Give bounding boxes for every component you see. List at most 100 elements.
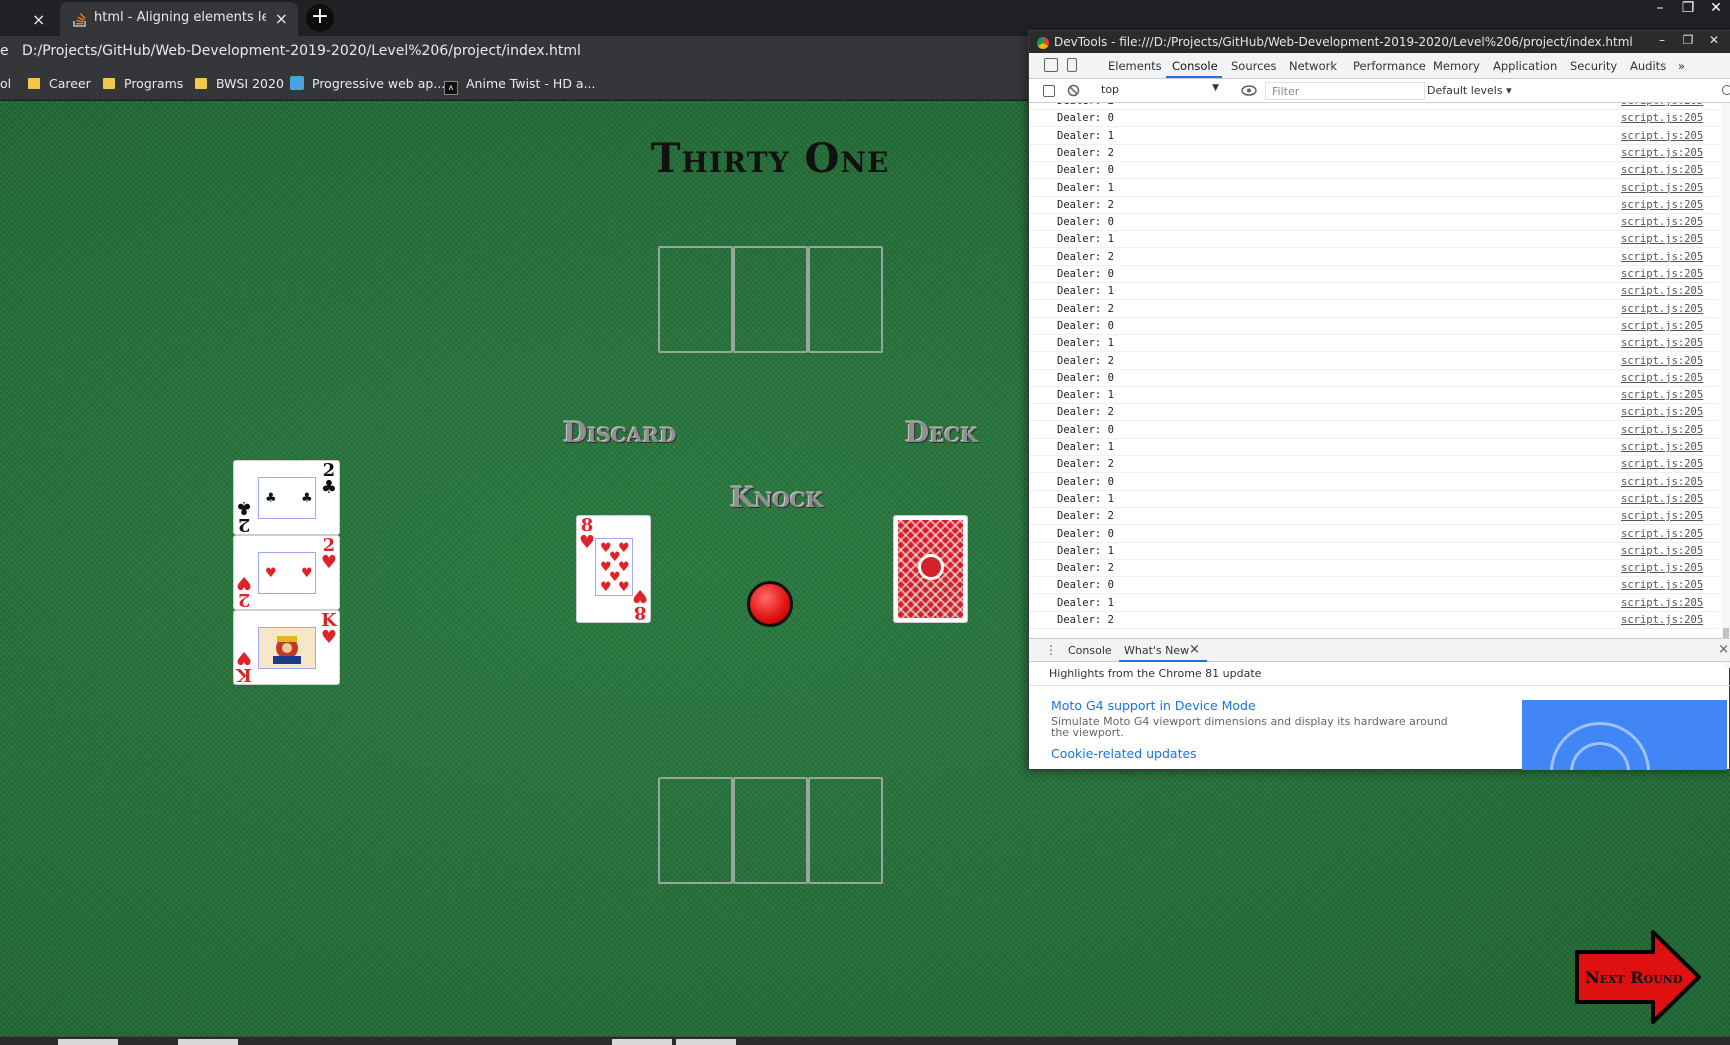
log-source-link[interactable]: script.js:205	[1621, 562, 1703, 574]
log-source-link[interactable]: script.js:205	[1621, 285, 1703, 297]
log-source-link[interactable]: script.js:205	[1621, 372, 1703, 384]
log-source-link[interactable]: script.js:205	[1621, 458, 1703, 470]
knock-button[interactable]	[747, 581, 793, 627]
taskbar-item[interactable]	[612, 1039, 672, 1045]
log-source-link[interactable]: script.js:205	[1621, 545, 1703, 557]
log-source-link[interactable]: script.js:205	[1621, 441, 1703, 453]
close-tab-icon[interactable]: ×	[275, 9, 288, 28]
card-slot	[808, 777, 883, 884]
close-window-button[interactable]: ✕	[1702, 0, 1730, 18]
close-tab-icon[interactable]: ×	[1189, 642, 1200, 657]
taskbar-item[interactable]	[178, 1039, 238, 1045]
drawer-tab-console[interactable]: Console	[1068, 644, 1112, 657]
log-source-link[interactable]: script.js:205	[1621, 112, 1703, 124]
minimize-button[interactable]: –	[1646, 0, 1674, 18]
bookmark-career[interactable]: Career	[28, 76, 91, 91]
deck-pile[interactable]	[893, 515, 968, 623]
tab-memory[interactable]: Memory	[1433, 59, 1480, 73]
log-source-link[interactable]: script.js:205	[1621, 164, 1703, 176]
hand-card[interactable]: K ♥ K ♥	[233, 610, 340, 685]
eye-icon[interactable]	[1241, 85, 1257, 96]
log-message: Dealer: 1	[1057, 337, 1114, 350]
whats-new-item-link[interactable]: Moto G4 support in Device Mode	[1051, 698, 1256, 713]
filter-input[interactable]: Filter	[1265, 82, 1425, 100]
whats-new-next-link[interactable]: Cookie-related updates	[1051, 746, 1197, 761]
log-source-link[interactable]: script.js:205	[1621, 614, 1703, 626]
tab-security[interactable]: Security	[1570, 59, 1617, 73]
drawer-tab-whats-new[interactable]: What's New	[1124, 644, 1189, 657]
bookmark-bwsi[interactable]: BWSI 2020	[195, 76, 284, 91]
close-window-button[interactable]: ✕	[1701, 33, 1727, 49]
log-source-link[interactable]: script.js:205	[1621, 579, 1703, 591]
log-levels-dropdown[interactable]: Default levels ▾	[1427, 84, 1512, 97]
bookmark-item[interactable]: ol	[0, 76, 11, 91]
taskbar-item[interactable]	[58, 1039, 118, 1045]
bookmark-pwa[interactable]: Progressive web ap...	[290, 76, 445, 91]
folder-icon	[28, 78, 40, 89]
more-tabs-icon[interactable]: »	[1678, 59, 1685, 73]
clear-console-icon[interactable]	[1067, 84, 1080, 97]
tab-console[interactable]: Console	[1172, 59, 1218, 73]
log-source-link[interactable]: script.js:205	[1621, 182, 1703, 194]
console-scrollbar[interactable]	[1722, 103, 1730, 668]
close-tab-icon[interactable]: ×	[32, 10, 45, 29]
card-slot	[733, 246, 808, 353]
hand-card[interactable]: 2 ♥ 2 ♥ ♥ ♥	[233, 535, 340, 610]
log-message: Dealer: 2	[1057, 250, 1114, 263]
log-message: Dealer: 2	[1057, 458, 1114, 471]
card-suit: ♥	[320, 552, 337, 573]
log-source-link[interactable]: script.js:205	[1621, 303, 1703, 315]
context-select[interactable]: top ▼	[1097, 82, 1223, 99]
tab-previous[interactable]: ×	[0, 4, 58, 36]
maximize-button[interactable]: ❐	[1675, 33, 1701, 49]
log-source-link[interactable]: script.js:205	[1621, 251, 1703, 263]
tab-sources[interactable]: Sources	[1231, 59, 1277, 73]
log-source-link[interactable]: script.js:205	[1621, 130, 1703, 142]
new-tab-button[interactable]: +	[306, 4, 334, 32]
tab-elements[interactable]: Elements	[1108, 59, 1162, 73]
log-source-link[interactable]: script.js:205	[1621, 147, 1703, 159]
tab-audits[interactable]: Audits	[1630, 59, 1666, 73]
address-url[interactable]: D:/Projects/GitHub/Web-Development-2019-…	[22, 43, 581, 59]
log-source-link[interactable]: script.js:205	[1621, 337, 1703, 349]
inspect-element-icon[interactable]	[1044, 58, 1058, 72]
log-source-link[interactable]: script.js:205	[1621, 233, 1703, 245]
tab-application[interactable]: Application	[1493, 59, 1557, 73]
log-row: Dealer: 0 script.js:205	[1029, 370, 1719, 387]
log-row: Dealer: 0 script.js:205	[1029, 318, 1719, 335]
hand-card[interactable]: 2 ♣ 2 ♣ ♣ ♣	[233, 460, 340, 535]
log-message: Dealer: 0	[1057, 527, 1114, 540]
console-log[interactable]: Dealer: 2 script.js:205 Dealer: 0 script.js…	[1029, 103, 1730, 668]
card-rank: 2	[237, 589, 251, 610]
minimize-button[interactable]: –	[1649, 33, 1675, 49]
log-source-link[interactable]: script.js:205	[1621, 424, 1703, 436]
log-source-link[interactable]: script.js:205	[1621, 355, 1703, 367]
sidebar-toggle-icon[interactable]	[1043, 85, 1055, 97]
tab-active[interactable]: html - Aligning elements left, cer ×	[60, 2, 298, 36]
log-source-link[interactable]: script.js:205	[1621, 510, 1703, 522]
tab-network[interactable]: Network	[1289, 59, 1337, 73]
bookmark-programs[interactable]: Programs	[103, 76, 183, 91]
taskbar-item[interactable]	[676, 1039, 736, 1045]
log-message: Dealer: 1	[1057, 181, 1114, 194]
log-source-link[interactable]: script.js:205	[1621, 103, 1703, 107]
discard-card[interactable]: 8 ♥ 8 ♥ ♥ ♥ ♥ ♥ ♥ ♥ ♥ ♥	[576, 515, 651, 623]
maximize-button[interactable]: ❐	[1674, 0, 1702, 18]
log-source-link[interactable]: script.js:205	[1621, 389, 1703, 401]
log-source-link[interactable]: script.js:205	[1621, 493, 1703, 505]
log-source-link[interactable]: script.js:205	[1621, 320, 1703, 332]
drawer-menu-icon[interactable]: ⋮	[1045, 643, 1057, 657]
log-source-link[interactable]: script.js:205	[1621, 597, 1703, 609]
log-source-link[interactable]: script.js:205	[1621, 216, 1703, 228]
device-toggle-icon[interactable]	[1067, 58, 1077, 72]
log-source-link[interactable]: script.js:205	[1621, 268, 1703, 280]
log-source-link[interactable]: script.js:205	[1621, 199, 1703, 211]
settings-gear-icon[interactable]	[1722, 85, 1730, 95]
log-source-link[interactable]: script.js:205	[1621, 528, 1703, 540]
bookmark-anime[interactable]: ʌ Anime Twist - HD a...	[444, 76, 596, 95]
tab-performance[interactable]: Performance	[1353, 59, 1426, 73]
close-drawer-icon[interactable]: ×	[1718, 642, 1729, 657]
log-source-link[interactable]: script.js:205	[1621, 476, 1703, 488]
next-round-button[interactable]: Next Round	[1573, 928, 1703, 1026]
log-source-link[interactable]: script.js:205	[1621, 406, 1703, 418]
